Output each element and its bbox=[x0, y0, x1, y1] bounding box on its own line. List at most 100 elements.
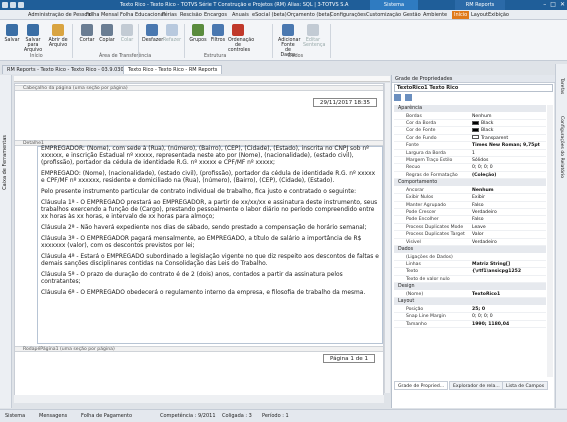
property-row[interactable]: Cor de Fonte Black bbox=[394, 127, 546, 135]
property-category[interactable]: Design bbox=[394, 283, 546, 291]
tab-relations-explorer[interactable]: Explorador de rela... bbox=[449, 381, 504, 390]
context-tab-sistema[interactable]: Sistema bbox=[370, 0, 418, 10]
menu-configura-es[interactable]: Configurações bbox=[330, 12, 366, 18]
property-value[interactable]: Verdadeiro bbox=[472, 239, 497, 246]
property-value[interactable]: Falso bbox=[472, 202, 484, 209]
menu-rescis-o[interactable]: Rescisão bbox=[180, 12, 202, 18]
property-value[interactable]: Valor bbox=[472, 231, 484, 238]
status-tab-mensagens[interactable]: Mensagens bbox=[36, 412, 70, 421]
property-row[interactable]: (Ligações de Dados) bbox=[394, 254, 546, 261]
menu-folha-educacional[interactable]: Folha Educacional bbox=[120, 12, 165, 18]
property-value[interactable]: Black bbox=[472, 120, 493, 127]
menu-exibi-o[interactable]: Exibição bbox=[488, 12, 509, 18]
page-number-field[interactable]: Página 1 de 1 bbox=[323, 354, 375, 363]
property-value[interactable]: 25; 0 bbox=[472, 306, 485, 313]
salvar-para-arquivo-button[interactable]: Salvar para Arquivo bbox=[23, 22, 43, 53]
property-value[interactable]: 0; 0; 0; 0 bbox=[472, 313, 493, 320]
date-field[interactable]: 29/11/2017 18:35 bbox=[313, 98, 377, 107]
editar-senten-a-button[interactable]: Editar Sentença bbox=[303, 22, 326, 48]
grupos-button[interactable]: Grupos bbox=[188, 22, 208, 43]
property-row[interactable]: Recuo 0; 0; 0; 0 bbox=[394, 164, 546, 172]
app-icon[interactable] bbox=[2, 2, 8, 8]
menu-f-rias[interactable]: Férias bbox=[162, 12, 177, 18]
menu-or-amento-beta-[interactable]: Orçamento (beta) bbox=[287, 12, 332, 18]
property-category[interactable]: Layout bbox=[394, 298, 546, 306]
property-value[interactable]: Times New Roman; 9,75pt bbox=[472, 142, 540, 149]
property-value[interactable]: Falso bbox=[472, 216, 484, 223]
property-row[interactable]: Texto de valor nulo bbox=[394, 276, 546, 284]
quick-menu-icon[interactable] bbox=[18, 2, 24, 8]
property-row[interactable]: (Nome) TextoRico1 bbox=[394, 291, 546, 299]
property-row[interactable]: Pode Encolher Falso bbox=[394, 216, 546, 224]
canvas-vertical-scrollbar[interactable] bbox=[384, 83, 390, 393]
property-row[interactable]: Regras de Formatação (Coleção) bbox=[394, 172, 546, 180]
report-canvas[interactable]: Cabeçalho da página (uma seção por págin… bbox=[14, 83, 384, 403]
property-value[interactable]: 0; 0; 0; 0 bbox=[472, 164, 493, 171]
refazer-button[interactable]: Refazer bbox=[162, 22, 182, 43]
copiar-button[interactable]: Copiar bbox=[97, 22, 117, 43]
footer-section-label[interactable]: RodapéPágina1 (uma seção por página) bbox=[15, 346, 383, 352]
filtros-button[interactable]: Filtros bbox=[208, 22, 228, 43]
property-row[interactable]: Cor de Fundo Transparent bbox=[394, 135, 546, 143]
cortar-button[interactable]: Cortar bbox=[77, 22, 97, 43]
maximize-icon[interactable]: □ bbox=[550, 1, 556, 8]
property-category[interactable]: Aparência bbox=[394, 105, 546, 112]
object-selector[interactable]: TextoRico1 Texto Rico bbox=[394, 84, 553, 92]
toolbox-rail[interactable]: Caixa de Ferramentas bbox=[0, 75, 12, 408]
tasks-rail-tab[interactable]: Tarefas bbox=[559, 78, 564, 94]
menu-ambiente[interactable]: Ambiente bbox=[423, 12, 447, 18]
menu-layout[interactable]: Layout bbox=[471, 12, 488, 18]
property-row[interactable]: Bordas Nenhum bbox=[394, 113, 546, 120]
menu-encargos[interactable]: Encargos bbox=[204, 12, 227, 18]
property-row[interactable]: Ancorar Nenhum bbox=[394, 187, 546, 195]
property-row[interactable]: Linhas Matriz String[] bbox=[394, 261, 546, 269]
property-value[interactable]: Leave bbox=[472, 224, 486, 231]
desfazer-button[interactable]: Desfazer bbox=[142, 22, 163, 43]
property-row[interactable]: Manter Agrupado Falso bbox=[394, 202, 546, 209]
menu-folha-mensal[interactable]: Folha Mensal bbox=[86, 12, 119, 18]
tab-field-list[interactable]: Lista de Campos bbox=[502, 381, 549, 390]
property-row[interactable]: Margem Traço Estilo Sólidos bbox=[394, 157, 546, 165]
header-section-label[interactable]: Cabeçalho da página (uma seção por págin… bbox=[15, 85, 383, 91]
property-value[interactable]: Nenhum bbox=[472, 113, 491, 120]
property-row[interactable]: Snap Line Margin 0; 0; 0; 0 bbox=[394, 313, 546, 321]
property-row[interactable]: Pode Crescer Verdadeiro bbox=[394, 209, 546, 217]
property-value[interactable]: Exibir bbox=[472, 194, 485, 201]
property-value[interactable]: 1 bbox=[472, 150, 475, 157]
doc-tab-texto-rico[interactable]: Texto Rico - Texto Rico - RM Reports bbox=[123, 65, 223, 74]
property-value[interactable]: {\rtf1\ansicpg1252 bbox=[472, 268, 521, 275]
property-row[interactable]: Posição 25; 0 bbox=[394, 306, 546, 314]
categorized-icon[interactable] bbox=[394, 94, 401, 101]
toolbox-label[interactable]: Caixa de Ferramentas bbox=[2, 135, 8, 190]
property-row[interactable]: Cor da Borda Black bbox=[394, 120, 546, 128]
property-row[interactable]: Process Duplicates Mode Leave bbox=[394, 224, 546, 232]
menu-gest-o[interactable]: Gestão bbox=[403, 12, 421, 18]
property-row[interactable]: Exibir Nulos Exibir bbox=[394, 194, 546, 202]
property-value[interactable]: Sólidos bbox=[472, 157, 488, 164]
property-category[interactable]: Comportamento bbox=[394, 179, 546, 187]
property-row[interactable]: Largura da Borda 1 bbox=[394, 150, 546, 157]
property-row[interactable]: Visível Verdadeiro bbox=[394, 239, 546, 246]
property-row[interactable]: Fonte Times New Roman; 9,75pt bbox=[394, 142, 546, 150]
tab-property-grid[interactable]: Grade de Propried... bbox=[394, 381, 449, 390]
menu-customiza-o[interactable]: Customização bbox=[366, 12, 401, 18]
abrir-de-arquivo-button[interactable]: Abrir de Arquivo bbox=[48, 22, 68, 48]
menu-anuais[interactable]: Anuais bbox=[232, 12, 249, 18]
property-value[interactable]: (Coleção) bbox=[472, 172, 496, 179]
minimize-icon[interactable]: – bbox=[543, 1, 546, 8]
colar-button[interactable]: Colar bbox=[117, 22, 137, 43]
property-value[interactable]: Black bbox=[472, 127, 493, 134]
property-value[interactable]: 1990; 1180,04 bbox=[472, 321, 509, 328]
menu-esocial-beta-[interactable]: eSocial (beta) bbox=[252, 12, 287, 18]
property-value[interactable]: Verdadeiro bbox=[472, 209, 497, 216]
salvar-button[interactable]: Salvar bbox=[2, 22, 22, 43]
status-tab-folha[interactable]: Folha de Pagamento bbox=[78, 412, 135, 421]
report-settings-rail-tab[interactable]: Configurações do Relatório bbox=[559, 116, 564, 178]
property-value[interactable]: Transparent bbox=[472, 135, 508, 142]
properties-scrollbar[interactable] bbox=[547, 105, 553, 377]
property-row[interactable]: Texto {\rtf1\ansicpg1252 bbox=[394, 268, 546, 276]
doc-tab-rm-reports[interactable]: RM Reports - Texto Rico - Texto Rico - 0… bbox=[2, 65, 132, 74]
property-value[interactable]: Matriz String[] bbox=[472, 261, 510, 268]
menu-administra-o-de-pessoal[interactable]: Administração de Pessoal bbox=[28, 12, 92, 18]
property-row[interactable]: Process Duplicates Target Valor bbox=[394, 231, 546, 239]
